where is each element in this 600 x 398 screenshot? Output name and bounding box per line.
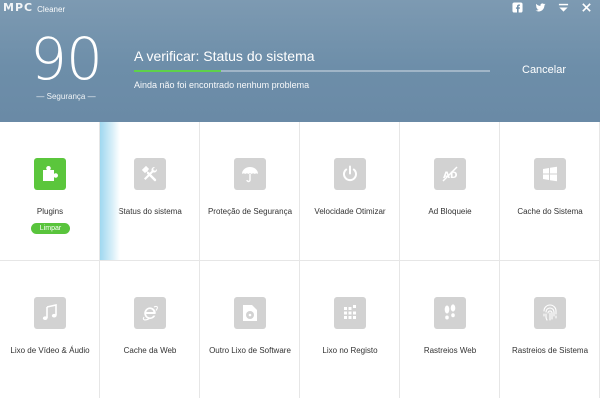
tile-web-traces[interactable]: Rastreios Web (400, 261, 500, 398)
logo-text: Cleaner (37, 5, 66, 14)
registry-grid-icon (334, 297, 366, 329)
scan-progress-bar (134, 70, 490, 72)
tile-label: Plugins (36, 207, 64, 216)
menu-icon[interactable] (558, 2, 569, 13)
tile-label: Proteção de Segurança (207, 207, 293, 216)
tile-label: Rastreios de Sistema (511, 346, 589, 355)
header: MPC Cleaner 90 — Segurança — A verificar… (0, 0, 600, 122)
tile-label: Cache da Web (123, 346, 177, 355)
tile-ad-block[interactable]: AD Ad Bloqueie (400, 122, 500, 261)
window-controls (512, 2, 592, 13)
tile-label: Lixo no Registo (322, 346, 378, 355)
disc-icon (234, 297, 266, 329)
tile-security-protection[interactable]: Proteção de Segurança (200, 122, 300, 261)
tile-video-audio-junk[interactable]: Lixo de Vídeo & Áudio (0, 261, 100, 398)
puzzle-icon (34, 158, 66, 190)
tile-label: Rastreios Web (423, 346, 477, 355)
scan-sweep-highlight (100, 122, 120, 260)
facebook-icon[interactable] (512, 2, 523, 13)
umbrella-icon (234, 158, 266, 190)
tile-label: Ad Bloqueie (428, 207, 472, 216)
tile-speed-optimize[interactable]: Velocidade Otimizar (300, 122, 400, 261)
power-icon (334, 158, 366, 190)
tile-system-cache[interactable]: Cache do Sistema (500, 122, 600, 261)
ad-block-icon: AD (434, 158, 466, 190)
tile-registry-junk[interactable]: Lixo no Registo (300, 261, 400, 398)
footprints-icon (434, 297, 466, 329)
tools-icon (134, 158, 166, 190)
category-grid: Plugins Limpar Status do sistema Proteçã… (0, 122, 600, 398)
score-value: 90 (30, 25, 103, 93)
tile-label: Cache do Sistema (517, 207, 583, 216)
internet-explorer-icon (134, 297, 166, 329)
tile-label: Lixo de Vídeo & Áudio (10, 346, 90, 355)
music-note-icon (34, 297, 66, 329)
score-label: — Segurança — (36, 92, 96, 101)
tile-label: Outro Lixo de Software (209, 346, 291, 355)
twitter-icon[interactable] (535, 2, 546, 13)
tile-other-software-junk[interactable]: Outro Lixo de Software (200, 261, 300, 398)
cancel-button[interactable]: Cancelar (522, 64, 566, 76)
scan-status-title: A verificar: Status do sistema (134, 48, 315, 64)
logo-mark: MPC (3, 1, 34, 14)
tile-label: Velocidade Otimizar (314, 207, 386, 216)
tile-system-traces[interactable]: Rastreios de Sistema (500, 261, 600, 398)
app-logo: MPC Cleaner (3, 1, 65, 14)
clean-button[interactable]: Limpar (31, 223, 70, 234)
tile-web-cache[interactable]: Cache da Web (100, 261, 200, 398)
security-score: 90 — Segurança — (27, 30, 105, 101)
scan-status-subtitle: Ainda não foi encontrado nenhum problema (134, 80, 310, 90)
fingerprint-icon (534, 297, 566, 329)
windows-icon (534, 158, 566, 190)
tile-plugins[interactable]: Plugins Limpar (0, 122, 100, 261)
close-icon[interactable] (581, 2, 592, 13)
scan-progress-fill (134, 70, 222, 72)
